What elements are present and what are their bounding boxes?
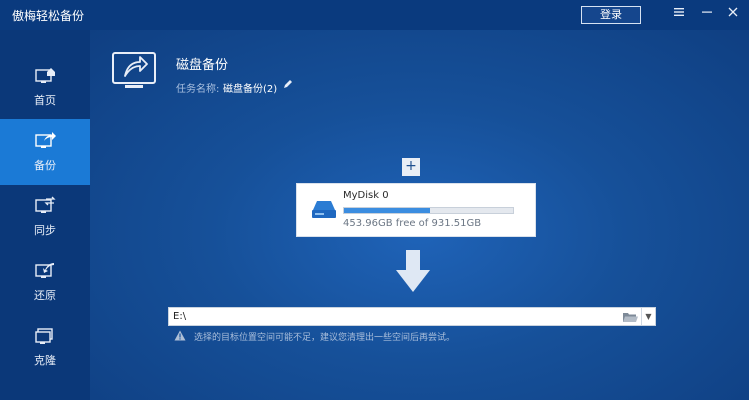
- disk-usage-bar: [343, 207, 514, 214]
- disk-icon: [312, 201, 336, 218]
- sidebar-item-label: 首页: [34, 94, 56, 107]
- disk-backup-icon: [112, 52, 156, 88]
- sidebar-item-restore[interactable]: 还原: [0, 249, 90, 315]
- destination-path-input[interactable]: [169, 308, 619, 325]
- login-button[interactable]: 登录: [581, 6, 641, 24]
- sidebar-item-label: 同步: [34, 224, 56, 237]
- home-icon: [35, 68, 55, 83]
- restore-icon: [35, 263, 54, 278]
- page-title: 磁盘备份: [176, 58, 229, 73]
- close-icon[interactable]: [722, 4, 744, 26]
- disk-name: MyDisk 0: [343, 190, 389, 201]
- source-disk-card[interactable]: MyDisk 0 453.96GB free of 931.51GB: [296, 183, 536, 237]
- sidebar-item-home[interactable]: 首页: [0, 54, 90, 120]
- sidebar-item-clone[interactable]: 克隆: [0, 314, 90, 380]
- sidebar-item-label: 备份: [34, 159, 56, 172]
- backup-icon: [35, 132, 56, 148]
- app-title: 傲梅轻松备份: [12, 8, 85, 23]
- clone-icon: [35, 328, 53, 344]
- edit-icon[interactable]: [282, 78, 294, 90]
- title-bar: 傲梅轻松备份 登录: [0, 0, 749, 30]
- warning-icon: [174, 330, 186, 341]
- sidebar-item-label: 克隆: [34, 354, 56, 367]
- arrow-down-icon: [396, 250, 430, 292]
- sidebar-item-label: 还原: [34, 289, 56, 302]
- chevron-down-icon[interactable]: ▼: [641, 308, 655, 325]
- sidebar: 首页 备份 同步 还原 克隆: [0, 30, 90, 400]
- sidebar-item-sync[interactable]: 同步: [0, 184, 90, 250]
- main-panel: 磁盘备份 任务名称: 磁盘备份(2) + MyDisk 0 453.96GB f…: [90, 30, 749, 400]
- disk-usage-fill: [344, 208, 431, 213]
- destination-path-box: ▼: [168, 307, 656, 326]
- folder-open-icon[interactable]: [619, 308, 641, 325]
- warning-message: 选择的目标位置空间可能不足，建议您清理出一些空间后再尝试。: [194, 333, 456, 343]
- task-name-value: 磁盘备份(2): [223, 84, 278, 95]
- menu-icon[interactable]: [668, 4, 690, 26]
- sync-icon: [35, 196, 56, 213]
- add-source-button[interactable]: +: [402, 158, 420, 176]
- minimize-icon[interactable]: [696, 4, 718, 26]
- disk-size-text: 453.96GB free of 931.51GB: [343, 218, 482, 229]
- sidebar-item-backup[interactable]: 备份: [0, 119, 90, 185]
- task-name-label: 任务名称:: [176, 84, 220, 95]
